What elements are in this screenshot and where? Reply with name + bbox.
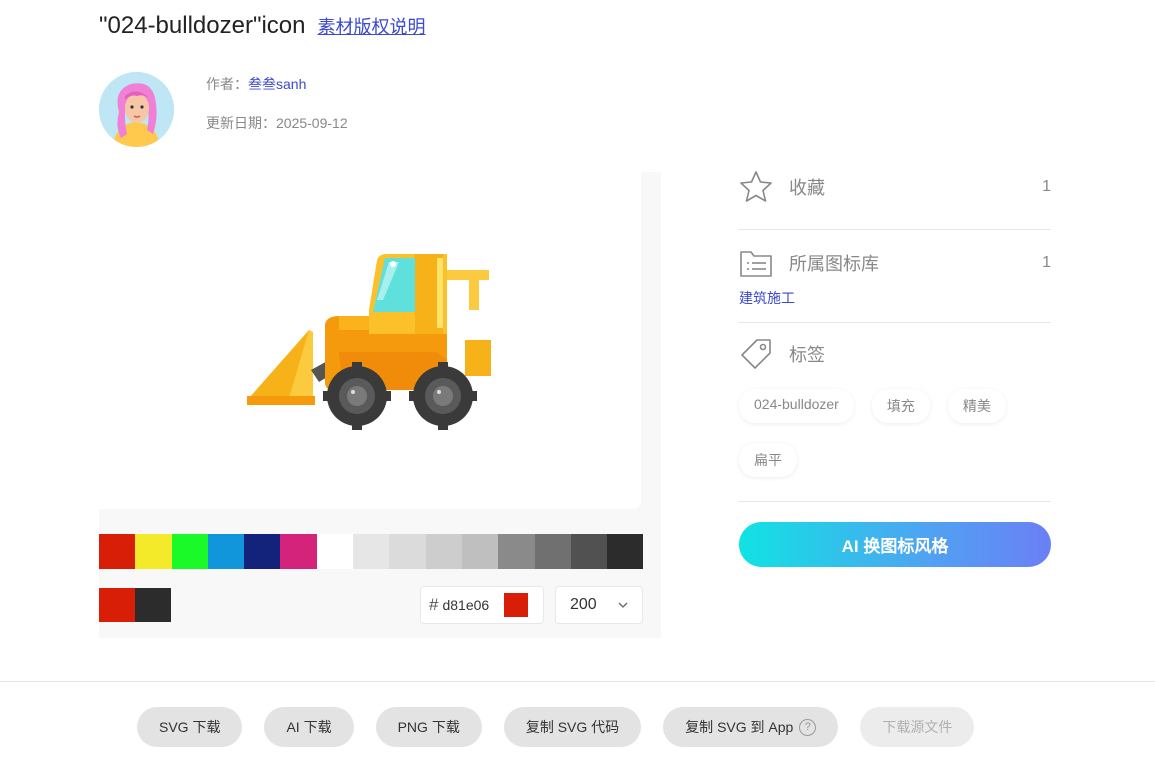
color-swatch[interactable] [498, 534, 535, 569]
color-swatch[interactable] [461, 534, 499, 569]
author-name-link[interactable]: 叁叁sanh [248, 76, 306, 92]
download-source-button[interactable]: 下载源文件 [860, 707, 975, 747]
color-palette [99, 534, 644, 569]
copy-svg-to-app-label: 复制 SVG 到 App [685, 719, 794, 735]
tag-chip[interactable]: 024-bulldozer [739, 389, 854, 423]
tag-list: 024-bulldozer 填充 精美扁平 [739, 389, 1051, 477]
recent-color-swatch[interactable] [99, 588, 135, 622]
page-header: "024-bulldozer"icon 素材版权说明 [99, 12, 426, 40]
chevron-down-icon [618, 602, 628, 608]
tag-chip[interactable]: 精美 [947, 389, 1006, 423]
favorite-label: 收藏 [789, 178, 825, 198]
hex-color-input[interactable]: # d81e06 [420, 586, 544, 624]
download-bar: SVG 下载 AI 下载 PNG 下载 复制 SVG 代码 复制 SVG 到 A… [137, 707, 975, 747]
library-count: 1 [1042, 254, 1051, 271]
color-swatch[interactable] [135, 534, 172, 569]
color-swatch[interactable] [207, 534, 245, 569]
ai-download-button[interactable]: AI 下载 [264, 707, 354, 747]
author-label: 作者： [206, 76, 248, 92]
library-row: 所属图标库 1 [739, 244, 1051, 282]
size-select[interactable]: 200 [555, 586, 643, 624]
favorite-count: 1 [1042, 178, 1051, 195]
size-value: 200 [570, 596, 597, 613]
library-link[interactable]: 建筑施工 [739, 290, 795, 306]
tag-chip[interactable]: 扁平 [739, 443, 797, 477]
bulldozer-icon [247, 254, 491, 430]
color-swatch[interactable] [171, 534, 208, 569]
update-value: 2025-09-12 [276, 115, 348, 131]
recent-color-swatch[interactable] [135, 588, 171, 622]
copyright-link[interactable]: 素材版权说明 [318, 13, 426, 39]
color-swatch[interactable] [280, 534, 317, 569]
tags-label: 标签 [789, 345, 825, 365]
color-swatch[interactable] [389, 534, 426, 569]
update-label: 更新日期： [206, 115, 276, 131]
color-swatch[interactable] [316, 534, 354, 569]
tag-icon [741, 339, 771, 369]
color-swatch[interactable] [570, 534, 608, 569]
color-swatch[interactable] [99, 534, 136, 569]
recent-colors [99, 588, 171, 622]
copy-svg-to-app-button[interactable]: 复制 SVG 到 App ? [663, 707, 839, 747]
color-swatch[interactable] [353, 534, 390, 569]
side-panel: 收藏 1 所属图标库 1 建筑施工 标签 024-bulldozer 填充 精美扁平… [739, 168, 1051, 567]
color-swatch[interactable] [534, 534, 571, 569]
page-title: "024-bulldozer"icon [99, 12, 306, 39]
hash-symbol: # [429, 595, 439, 614]
star-icon[interactable] [739, 170, 773, 204]
tag-chip[interactable]: 填充 [871, 389, 930, 423]
author-line: 作者：叁叁sanh [206, 74, 306, 94]
svg-download-button[interactable]: SVG 下载 [137, 707, 243, 747]
folder-list-icon [740, 251, 772, 277]
footer-divider [0, 681, 1155, 682]
library-label: 所属图标库 [789, 254, 879, 274]
copy-svg-code-button[interactable]: 复制 SVG 代码 [503, 707, 642, 747]
ai-restyle-button[interactable]: AI 换图标风格 [739, 522, 1051, 567]
update-date: 更新日期：2025-09-12 [206, 113, 348, 133]
color-swatch[interactable] [244, 534, 281, 569]
color-swatch[interactable] [425, 534, 462, 569]
current-color-chip[interactable] [504, 593, 529, 617]
author-avatar[interactable] [99, 72, 174, 147]
hex-value[interactable]: d81e06 [442, 597, 500, 613]
icon-preview [99, 172, 641, 509]
favorite-row[interactable]: 收藏 1 [739, 168, 1051, 206]
color-swatch[interactable] [607, 534, 644, 569]
tags-row: 标签 [739, 335, 1051, 373]
help-icon[interactable]: ? [799, 718, 817, 736]
png-download-button[interactable]: PNG 下载 [375, 707, 482, 747]
icon-editor: # d81e06 200 [99, 172, 661, 638]
